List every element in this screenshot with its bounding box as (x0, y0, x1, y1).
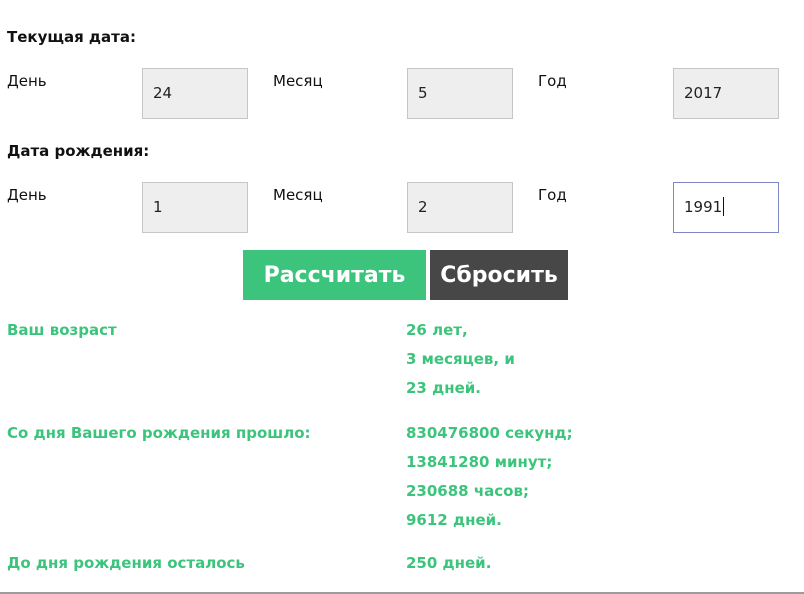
birth-month-label: Месяц (273, 186, 323, 204)
elapsed-days: 9612 дней. (406, 511, 502, 529)
age-years: 26 лет, (406, 321, 468, 339)
birth-year-input[interactable]: 1991 (673, 182, 779, 233)
text-caret (723, 196, 725, 216)
until-birthday-value: 250 дней. (406, 554, 492, 572)
until-birthday-label: До дня рождения осталось (7, 554, 245, 572)
current-year-value: 2017 (684, 84, 723, 102)
elapsed-minutes: 13841280 минут; (406, 453, 553, 471)
birth-date-title: Дата рождения: (7, 142, 150, 160)
age-days: 23 дней. (406, 379, 481, 397)
birth-day-label: День (7, 186, 47, 204)
reset-button[interactable]: Сбросить (430, 250, 568, 300)
birth-day-value: 1 (153, 198, 163, 216)
current-month-input[interactable]: 5 (407, 68, 513, 119)
current-month-label: Месяц (273, 72, 323, 90)
current-day-input[interactable]: 24 (142, 68, 248, 119)
elapsed-hours: 230688 часов; (406, 482, 529, 500)
current-year-input[interactable]: 2017 (673, 68, 779, 119)
current-month-value: 5 (418, 84, 428, 102)
birth-month-value: 2 (418, 198, 428, 216)
calculate-button[interactable]: Рассчитать (243, 250, 426, 300)
age-months: 3 месяцев, и (406, 350, 515, 368)
age-label: Ваш возраст (7, 321, 117, 339)
current-date-title: Текущая дата: (7, 28, 136, 46)
current-year-label: Год (538, 72, 567, 90)
birth-year-label: Год (538, 186, 567, 204)
birth-day-input[interactable]: 1 (142, 182, 248, 233)
current-day-label: День (7, 72, 47, 90)
elapsed-label: Со дня Вашего рождения прошло: (7, 424, 311, 442)
birth-month-input[interactable]: 2 (407, 182, 513, 233)
current-day-value: 24 (153, 84, 173, 102)
elapsed-seconds: 830476800 секунд; (406, 424, 573, 442)
birth-year-value: 1991 (684, 198, 723, 216)
